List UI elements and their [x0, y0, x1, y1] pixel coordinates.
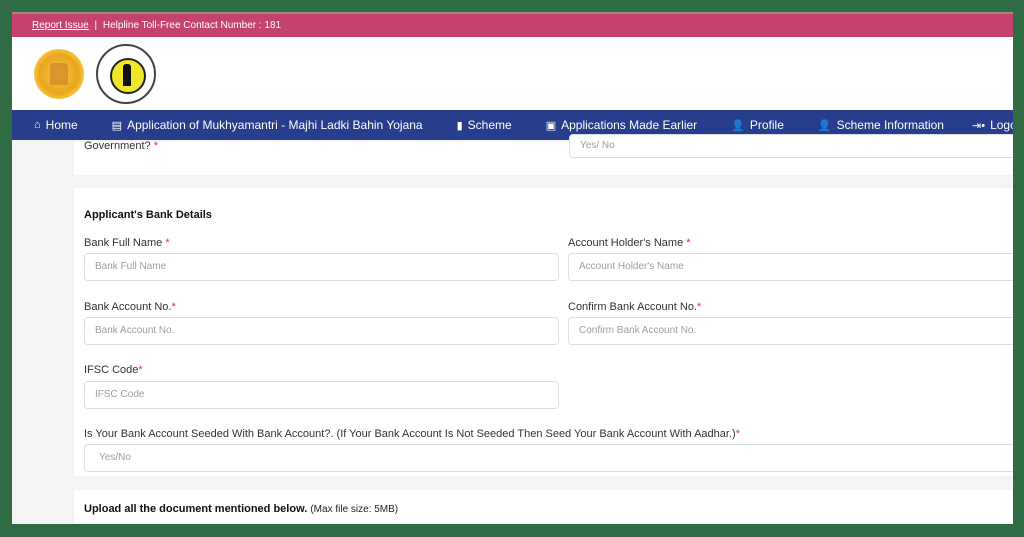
bank-full-name-label: Bank Full Name *: [84, 237, 170, 249]
ifsc-code-label: IFSC Code*: [84, 364, 143, 376]
aadhar-seeded-label: Is Your Bank Account Seeded With Bank Ac…: [84, 428, 740, 440]
women-child-development-logo: [96, 43, 156, 104]
confirm-bank-account-no-input[interactable]: Confirm Bank Account No.: [568, 317, 1013, 345]
report-issue-link[interactable]: Report Issue: [32, 20, 89, 31]
nav-label: Scheme Information: [836, 118, 944, 132]
upload-documents-card: Upload all the document mentioned below.…: [74, 490, 1013, 524]
home-icon: ⌂: [34, 119, 41, 131]
bank-details-card: Applicant's Bank Details Bank Full Name …: [74, 188, 1013, 476]
nav-applications-made-earlier[interactable]: ▣ Applications Made Earlier: [546, 118, 697, 132]
nav-logout[interactable]: ⇥• Logout: [972, 118, 1013, 132]
bank-account-no-label: Bank Account No.*: [84, 301, 176, 313]
user-icon: 👤: [817, 119, 832, 132]
ifsc-code-input[interactable]: IFSC Code: [84, 381, 559, 409]
separator: |: [94, 20, 98, 31]
confirm-bank-account-no-label: Confirm Bank Account No.*: [568, 301, 702, 313]
list-icon: ▣: [545, 119, 557, 132]
nav-label: Home: [45, 118, 78, 132]
browser-frame: Report Issue | Helpline Toll-Free Contac…: [12, 12, 1013, 524]
form-content: Government? * Yes/ No Applicant's Bank D…: [74, 134, 1013, 524]
nav-profile[interactable]: 👤 Profile: [731, 118, 784, 132]
header-logos: [12, 37, 1013, 110]
nav-application[interactable]: ▤ Application of Mukhyamantri - Majhi La…: [112, 118, 423, 132]
government-select[interactable]: Yes/ No: [569, 134, 1013, 158]
aadhar-seeded-select[interactable]: Yes/No: [84, 444, 1013, 472]
nav-label: Scheme: [467, 118, 512, 132]
nav-scheme[interactable]: ▮ Scheme: [457, 118, 512, 132]
document-icon: ▮: [456, 119, 463, 132]
government-question-label: Government? *: [84, 140, 158, 152]
document-icon: ▤: [111, 119, 123, 132]
upload-title: Upload all the document mentioned below.…: [84, 503, 399, 515]
nav-label: Logout: [990, 118, 1013, 132]
section-title: Applicant's Bank Details: [84, 209, 212, 221]
bank-full-name-input[interactable]: Bank Full Name: [84, 253, 559, 281]
nav-label: Application of Mukhyamantri - Majhi Ladk…: [127, 118, 423, 132]
nav-home[interactable]: ⌂ Home: [34, 118, 78, 132]
account-holder-name-input[interactable]: Account Holder's Name: [568, 253, 1013, 281]
logout-icon: ⇥•: [971, 119, 986, 132]
top-info-bar: Report Issue | Helpline Toll-Free Contac…: [12, 12, 1013, 37]
maharashtra-govt-seal-logo: [34, 48, 84, 99]
nav-label: Profile: [749, 118, 784, 132]
account-holder-name-label: Account Holder's Name *: [568, 237, 691, 249]
previous-section-card: Government? * Yes/ No: [74, 134, 1013, 175]
user-icon: 👤: [731, 119, 745, 132]
nav-label: Applications Made Earlier: [561, 118, 698, 132]
nav-scheme-information[interactable]: 👤 Scheme Information: [818, 118, 944, 132]
helpline-text: Helpline Toll-Free Contact Number : 181: [102, 20, 282, 31]
max-file-size-note: (Max file size: 5MB): [310, 504, 399, 515]
bank-account-no-input[interactable]: Bank Account No.: [84, 317, 559, 345]
